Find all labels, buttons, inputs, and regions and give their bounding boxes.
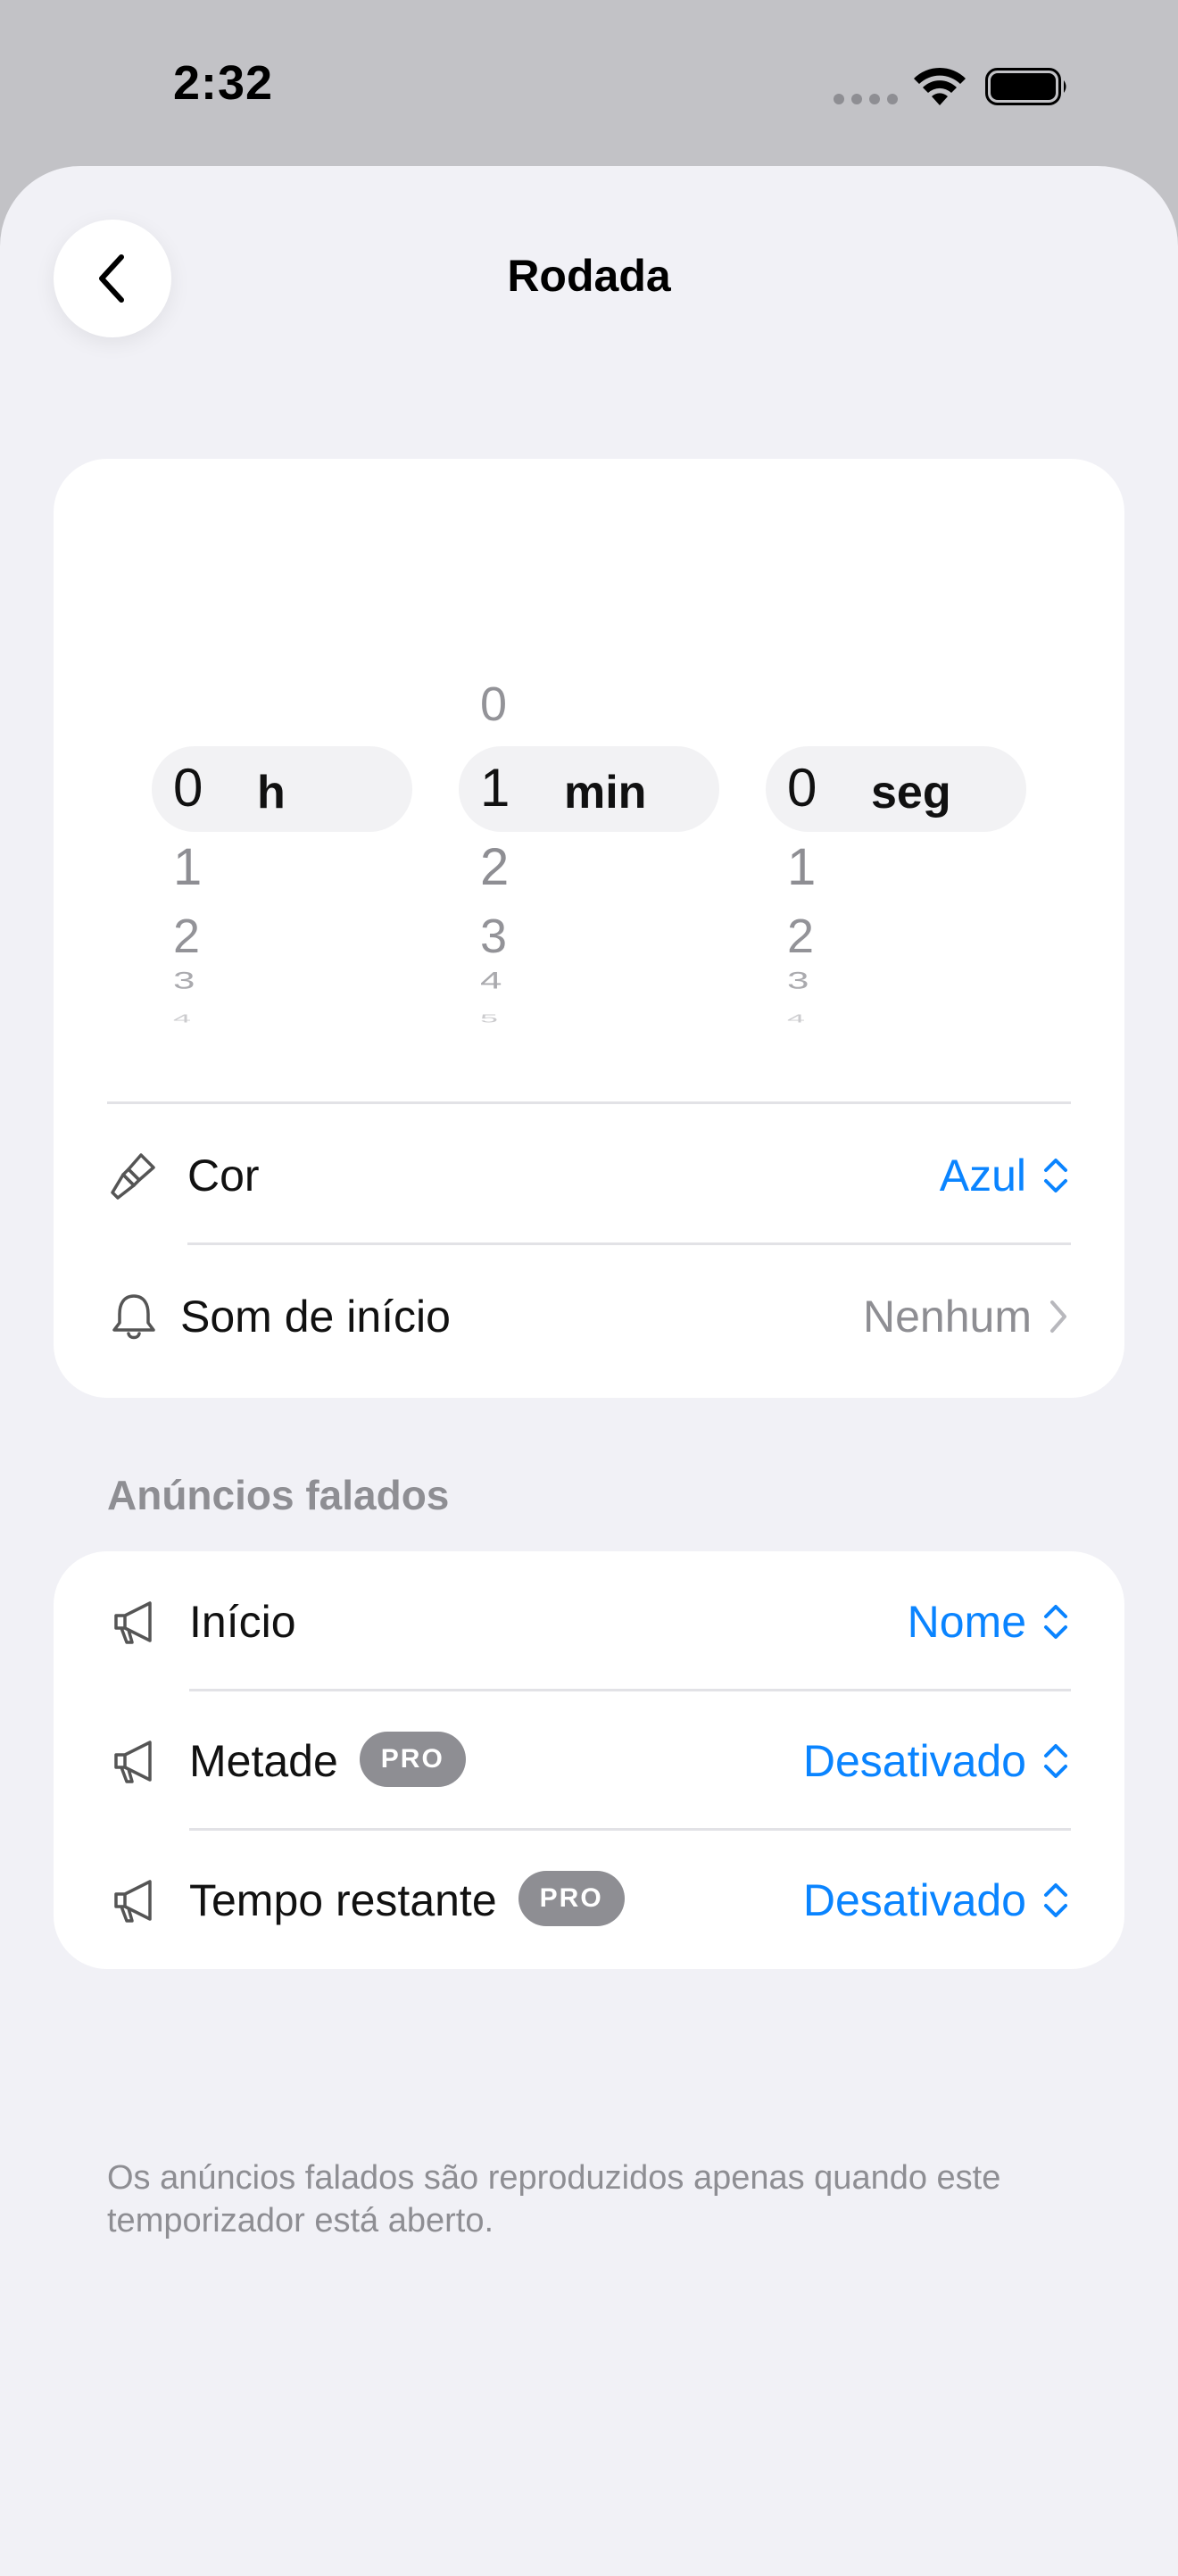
hours-option[interactable]: 3	[173, 968, 245, 994]
announcements-footnote: Os anúncios falados são reproduzidos ape…	[107, 2159, 1001, 2239]
chevron-right-icon	[1050, 1300, 1066, 1333]
megaphone-icon	[114, 1741, 152, 1783]
announcement-value-text: Nome	[907, 1597, 1026, 1647]
seconds-option[interactable]: 1	[787, 837, 859, 897]
pro-badge: PRO	[359, 1731, 466, 1787]
announcement-value[interactable]: Desativado	[803, 1874, 1069, 1926]
seconds-unit-label: seg	[871, 767, 951, 819]
signal-dots-icon	[834, 93, 905, 109]
sheet: Rodada 0 h 1 2 3 4 0 1 min 2 3 4 5 0 seg…	[0, 166, 1178, 2576]
seconds-option[interactable]: 2	[787, 909, 859, 964]
announcement-value-text: Desativado	[802, 1875, 1026, 1925]
hours-wheel[interactable]: 0 h 1 2 3 4	[152, 459, 419, 1030]
battery-icon	[985, 68, 1066, 105]
announcement-value[interactable]: Nome	[908, 1596, 1069, 1648]
start-sound-value-text: Nenhum	[863, 1292, 1032, 1342]
color-label: Cor	[187, 1151, 260, 1201]
announcements-section-header: Anúncios falados	[107, 1472, 450, 1518]
megaphone-icon	[114, 1601, 152, 1644]
seconds-option[interactable]: 4	[787, 1012, 859, 1026]
hours-unit-label: h	[257, 767, 286, 819]
announcement-label: Início	[189, 1596, 296, 1648]
start-sound-value[interactable]: Nenhum	[863, 1291, 1069, 1342]
announcement-value[interactable]: Desativado	[803, 1735, 1069, 1787]
hours-option[interactable]: 1	[173, 837, 245, 897]
divider	[187, 1242, 1071, 1245]
minutes-option[interactable]: 0	[480, 677, 552, 732]
paintbrush-icon	[111, 1153, 155, 1200]
chevron-up-down-icon	[1044, 1883, 1067, 1917]
minutes-option[interactable]: 3	[480, 909, 552, 964]
color-row[interactable]: Cor Azul	[54, 1105, 1124, 1244]
announcement-label: Tempo restante PRO	[189, 1870, 625, 1932]
megaphone-icon	[114, 1880, 152, 1923]
minutes-option[interactable]: 2	[480, 837, 552, 897]
chevron-up-down-icon	[1044, 1744, 1067, 1778]
divider	[107, 1101, 1071, 1104]
start-sound-row[interactable]: Som de início Nenhum	[54, 1246, 1124, 1385]
announcements-card: Início Nome Metade PRO Desativado Tempo …	[54, 1551, 1124, 1969]
duration-picker[interactable]: 0 h 1 2 3 4 0 1 min 2 3 4 5 0 seg 1 2 3 …	[54, 459, 1124, 1032]
announcement-label: Metade PRO	[189, 1731, 466, 1792]
chevron-up-down-icon	[1044, 1605, 1067, 1639]
announcement-row-remaining[interactable]: Tempo restante PRO Desativado	[54, 1830, 1124, 1969]
pro-badge: PRO	[518, 1870, 625, 1926]
page-title: Rodada	[507, 251, 671, 301]
minutes-unit-label: min	[564, 767, 647, 819]
seconds-wheel[interactable]: 0 seg 1 2 3 4	[766, 459, 1033, 1030]
announcement-label-text: Metade	[189, 1736, 338, 1786]
announcement-row-start[interactable]: Início Nome	[54, 1551, 1124, 1691]
status-time: 2:32	[173, 56, 274, 110]
announcement-row-halfway[interactable]: Metade PRO Desativado	[54, 1691, 1124, 1830]
color-value-text: Azul	[939, 1151, 1026, 1201]
bell-icon	[112, 1294, 155, 1340]
seconds-option[interactable]: 3	[787, 968, 859, 994]
minutes-wheel[interactable]: 0 1 min 2 3 4 5	[459, 459, 726, 1030]
chevron-up-down-icon	[1044, 1159, 1067, 1192]
hours-option[interactable]: 2	[173, 909, 245, 964]
announcement-label-text: Início	[189, 1597, 296, 1647]
color-value[interactable]: Azul	[940, 1150, 1069, 1201]
minutes-option[interactable]: 5	[480, 1012, 552, 1026]
hours-selected-value: 0	[173, 758, 203, 818]
minutes-option[interactable]: 4	[480, 968, 552, 994]
timer-settings-card: 0 h 1 2 3 4 0 1 min 2 3 4 5 0 seg 1 2 3 …	[54, 459, 1124, 1398]
minutes-selected-value: 1	[480, 758, 510, 818]
announcement-value-text: Desativado	[802, 1736, 1026, 1786]
wifi-icon	[914, 67, 966, 105]
announcement-label-text: Tempo restante	[189, 1875, 497, 1925]
hours-option[interactable]: 4	[173, 1012, 245, 1026]
seconds-selected-value: 0	[787, 758, 817, 818]
start-sound-label: Som de início	[180, 1292, 451, 1342]
